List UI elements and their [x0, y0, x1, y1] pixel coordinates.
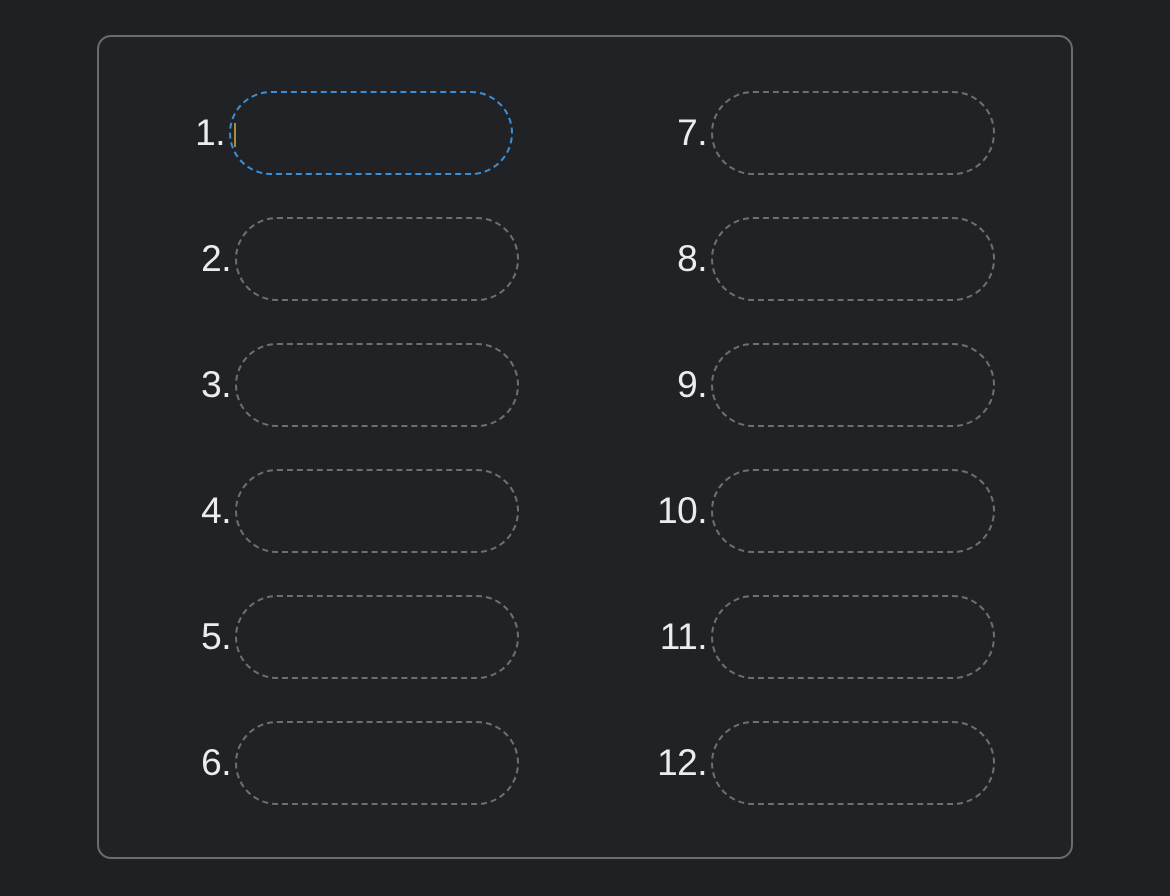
slot-number-5: 5.: [201, 616, 231, 657]
slot-number-3: 3.: [201, 364, 231, 405]
slot-number-11: 11.: [659, 616, 708, 657]
slot-input-5[interactable]: [235, 595, 519, 679]
slot-number-2: 2.: [201, 238, 231, 279]
slot-row-12: 12.: [657, 721, 995, 805]
slot-row-6: 6.: [201, 721, 519, 805]
slot-number-10: 10.: [657, 490, 707, 531]
slot-row-1: 1.: [195, 91, 513, 175]
slot-row-2: 2.: [201, 217, 519, 301]
slot-input-7[interactable]: [711, 91, 995, 175]
slot-row-10: 10.: [657, 469, 995, 553]
slot-input-11[interactable]: [711, 595, 995, 679]
slot-input-10[interactable]: [711, 469, 995, 553]
slot-input-9[interactable]: [711, 343, 995, 427]
slot-input-4[interactable]: [235, 469, 519, 553]
slot-number-8: 8.: [677, 238, 707, 279]
slot-input-3[interactable]: [235, 343, 519, 427]
slot-input-2[interactable]: [235, 217, 519, 301]
slot-row-5: 5.: [201, 595, 519, 679]
slot-number-7: 7.: [677, 112, 707, 153]
slot-input-6[interactable]: [235, 721, 519, 805]
slot-number-9: 9.: [677, 364, 707, 405]
slot-row-11: 11.: [660, 595, 995, 679]
slot-row-7: 7.: [677, 91, 995, 175]
slot-number-6: 6.: [201, 742, 231, 783]
slot-row-9: 9.: [677, 343, 995, 427]
text-caret: [234, 123, 236, 147]
slot-row-4: 4.: [201, 469, 519, 553]
slot-input-1[interactable]: [229, 91, 513, 175]
slot-number-12: 12.: [657, 742, 707, 783]
slot-row-3: 3.: [201, 343, 519, 427]
slot-number-4: 4.: [201, 490, 231, 531]
slot-number-1: 1.: [195, 112, 225, 153]
slot-input-12[interactable]: [711, 721, 995, 805]
slot-input-8[interactable]: [711, 217, 995, 301]
word-slots-panel: 1. 2. 3. 4. 5. 6. 7. 8. 9. 10. 11. 12.: [97, 35, 1073, 859]
slot-row-8: 8.: [677, 217, 995, 301]
